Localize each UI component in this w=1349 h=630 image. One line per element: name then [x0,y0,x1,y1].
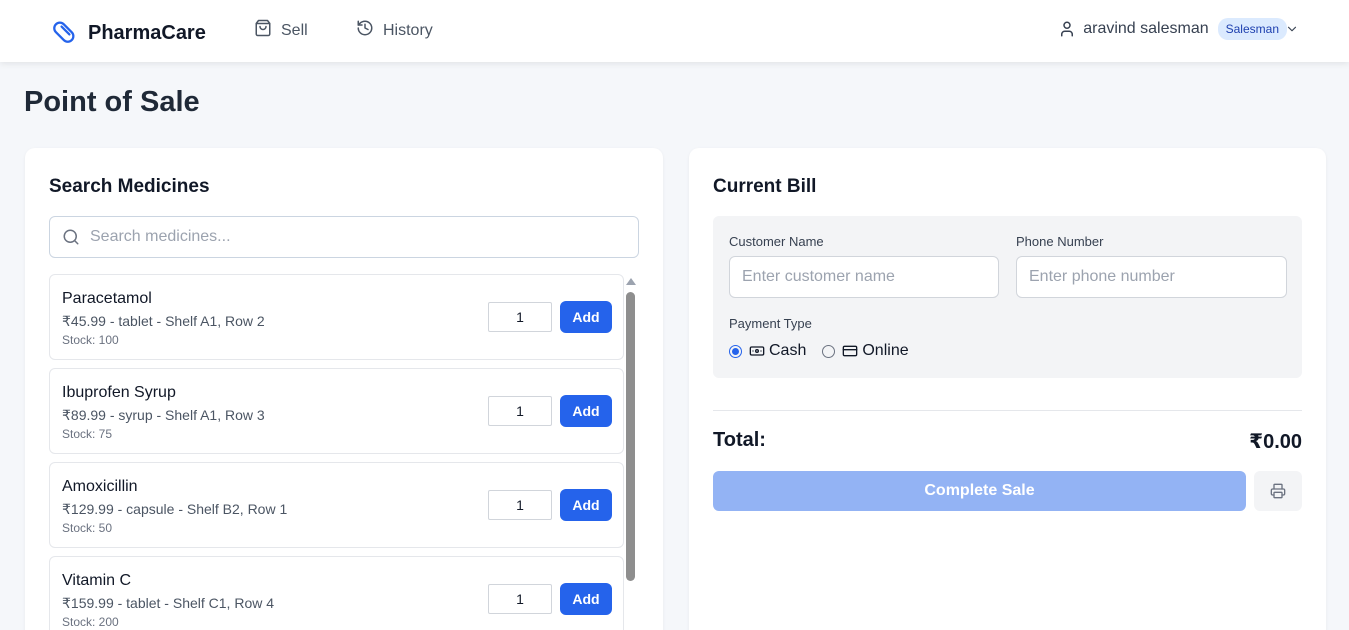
top-navbar: PharmaCare Sell History aravind salesman [0,0,1349,62]
current-bill-title: Current Bill [713,176,817,197]
scrollbar-thumb[interactable] [626,292,635,581]
nav-history-label: History [383,21,433,39]
medicine-name: Ibuprofen Syrup [62,384,176,401]
medicine-stock: Stock: 100 [62,333,119,347]
search-box[interactable] [49,216,639,258]
brand[interactable]: PharmaCare [52,17,206,49]
total-value: ₹0.00 [1249,431,1302,453]
printer-icon [1270,483,1286,499]
page-title: Point of Sale [24,86,200,118]
total-label: Total: [713,429,766,451]
role-badge: Salesman [1217,18,1287,40]
user-name: aravind salesman [1083,20,1209,37]
shopping-bag-icon [254,19,281,42]
quantity-input[interactable]: 1 [488,302,552,332]
medicine-list-scrollbar[interactable] [625,278,637,630]
user-icon [1061,21,1074,37]
nav-history[interactable]: History [356,19,433,42]
credit-card-icon [843,345,858,357]
medicine-list: Paracetamol ₹45.99 - tablet - Shelf A1, … [49,274,625,630]
add-button[interactable]: Add [560,301,612,333]
cash-icon [749,346,765,356]
medicine-detail: ₹45.99 - tablet - Shelf A1, Row 2 [62,313,265,329]
pill-icon [52,17,79,49]
medicine-detail: ₹159.99 - tablet - Shelf C1, Row 4 [62,595,275,611]
medicine-item: Paracetamol ₹45.99 - tablet - Shelf A1, … [49,274,624,360]
medicine-item: Vitamin C ₹159.99 - tablet - Shelf C1, R… [49,556,624,630]
add-button[interactable]: Add [560,583,612,615]
search-medicines-title: Search Medicines [49,176,210,197]
medicine-item: Amoxicillin ₹129.99 - capsule - Shelf B2… [49,462,624,548]
quantity-input[interactable]: 1 [488,584,552,614]
add-button[interactable]: Add [560,489,612,521]
scroll-up-arrow[interactable] [626,278,636,285]
nav-sell[interactable]: Sell [254,19,308,42]
cash-radio[interactable] [729,344,742,358]
history-icon [356,19,383,42]
user-menu[interactable]: aravind salesman Salesman [1058,18,1287,40]
payment-type-label: Payment Type [729,316,812,331]
complete-sale-button[interactable]: Complete Sale [713,471,1246,511]
search-input[interactable] [90,228,610,246]
payment-options: Cash Online [729,342,909,360]
payment-option-online[interactable]: Online [822,342,909,360]
medicine-name: Amoxicillin [62,478,138,495]
online-radio[interactable] [822,344,836,358]
medicine-stock: Stock: 200 [62,615,119,629]
search-medicines-card: Search Medicines Paracetamol ₹45.99 - ta… [25,148,663,630]
nav-sell-label: Sell [281,21,308,39]
online-label: Online [862,342,909,359]
phone-number-field[interactable] [1016,256,1287,298]
search-icon [63,229,79,245]
divider [713,410,1302,411]
medicine-stock: Stock: 50 [62,521,113,535]
medicine-stock: Stock: 75 [62,427,113,441]
print-button[interactable] [1254,471,1302,511]
cash-label: Cash [769,342,807,359]
chevron-down-icon[interactable] [1285,22,1299,36]
quantity-input[interactable]: 1 [488,490,552,520]
payment-option-cash[interactable]: Cash [729,342,806,360]
customer-panel: Customer Name Phone Number Payment Type … [713,216,1302,378]
customer-name-label: Customer Name [729,234,824,249]
brand-name: PharmaCare [88,21,206,44]
medicine-name: Vitamin C [62,572,132,589]
quantity-input[interactable]: 1 [488,396,552,426]
phone-number-label: Phone Number [1016,234,1104,249]
current-bill-card: Current Bill Customer Name Phone Number … [689,148,1326,630]
customer-name-field[interactable] [729,256,999,298]
medicine-detail: ₹129.99 - capsule - Shelf B2, Row 1 [62,501,288,517]
add-button[interactable]: Add [560,395,612,427]
medicine-item: Ibuprofen Syrup ₹89.99 - syrup - Shelf A… [49,368,624,454]
medicine-name: Paracetamol [62,290,152,307]
medicine-detail: ₹89.99 - syrup - Shelf A1, Row 3 [62,407,265,423]
